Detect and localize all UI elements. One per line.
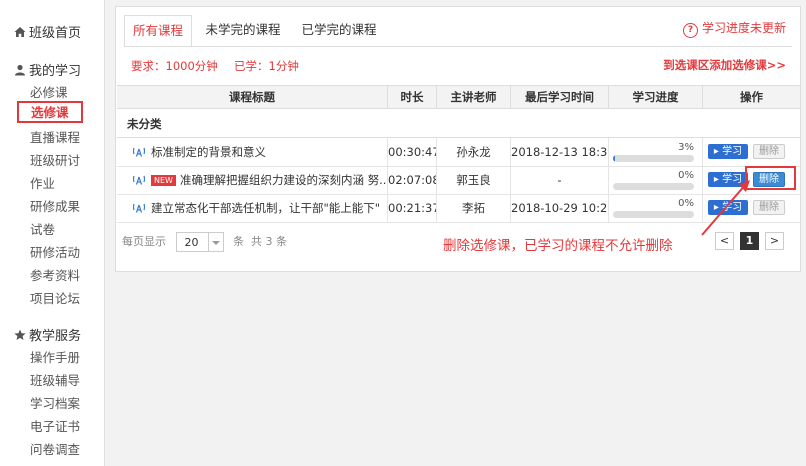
actions-cell: ▸ 学习 删除 — [702, 138, 800, 166]
unit-label: 条 — [233, 235, 244, 248]
course-title-cell[interactable]: NEW 准确理解把握组织力建设的深刻内涵 努... — [117, 166, 387, 194]
sidebar-item-live[interactable]: 直播课程 — [30, 127, 80, 146]
table-row: 标准制定的背景和意义 00:30:47 孙永龙 2018-12-13 18:37… — [117, 138, 800, 167]
col-progress: 学习进度 — [608, 86, 702, 108]
duration-cell: 00:30:47 — [387, 138, 436, 166]
progress-cell: 3% — [608, 138, 702, 166]
progress-bar — [613, 183, 694, 190]
teacher-cell: 郭玉良 — [436, 166, 510, 194]
duration-cell: 00:21:37 — [387, 194, 436, 222]
sidebar-item-homework[interactable]: 作业 — [30, 173, 55, 192]
sidebar-item-activity[interactable]: 研修活动 — [30, 242, 80, 261]
last-time-cell: 2018-10-29 10:28 — [510, 194, 608, 222]
progress-cell: 0% — [608, 166, 702, 194]
progress-percent: 3% — [678, 142, 694, 153]
progress-fill — [613, 155, 616, 162]
chevron-down-icon — [207, 233, 223, 251]
sidebar-item-certificate[interactable]: 电子证书 — [30, 416, 80, 435]
sidebar-item-exam[interactable]: 试卷 — [30, 219, 55, 238]
total-label: 共 3 条 — [251, 235, 287, 248]
tab-all-courses[interactable]: 所有课程 — [124, 15, 192, 47]
sidebar-section-services: 教学服务 — [14, 325, 81, 344]
course-title: 标准制定的背景和意义 — [151, 145, 266, 159]
study-label: 学习 — [722, 146, 743, 157]
next-page-button[interactable]: > — [765, 232, 784, 250]
group-row: 未分类 — [117, 109, 800, 138]
section-title: 我的学习 — [29, 64, 82, 79]
study-button[interactable]: ▸ 学习 — [708, 144, 748, 159]
per-page-select[interactable]: 20 — [175, 232, 224, 252]
tab-unfinished[interactable]: 未学完的课程 — [198, 15, 288, 47]
studied-text: 已学：1分钟 — [234, 59, 299, 73]
teacher-cell: 孙永龙 — [436, 138, 510, 166]
tab-divider — [124, 46, 792, 47]
sidebar-item-results[interactable]: 研修成果 — [30, 196, 80, 215]
duration-cell: 02:07:08 — [387, 166, 436, 194]
sidebar-home-label: 班级首页 — [29, 26, 82, 41]
last-time-cell: 2018-12-13 18:37 — [510, 138, 608, 166]
delete-button-disabled: 删除 — [753, 144, 785, 159]
home-icon — [14, 27, 26, 37]
requirement-text: 要求：1000分钟 — [131, 59, 218, 73]
sidebar-item-tutoring[interactable]: 班级辅导 — [30, 370, 80, 389]
table-header: 课程标题 时长 主讲老师 最后学习时间 学习进度 操作 — [117, 85, 800, 109]
progress-bar — [613, 155, 694, 162]
table-row: NEW 准确理解把握组织力建设的深刻内涵 努... 02:07:08 郭玉良 - … — [117, 166, 800, 195]
live-course-icon — [133, 203, 145, 213]
progress-cell: 0% — [608, 194, 702, 222]
col-duration: 时长 — [387, 86, 436, 108]
col-title: 课程标题 — [229, 90, 275, 104]
sidebar: 班级首页 我的学习 必修课 选修课 直播课程 班级研讨 作业 研修成果 试卷 研… — [0, 0, 105, 466]
course-title-cell[interactable]: 标准制定的背景和意义 — [117, 138, 387, 166]
progress-percent: 0% — [678, 198, 694, 209]
user-icon — [15, 64, 25, 76]
add-elective-link[interactable]: 到选课区添加选修课>> — [663, 57, 786, 73]
pager-size: 每页显示 20 条 共 3 条 — [122, 232, 287, 252]
course-panel: 所有课程 未学完的课程 已学完的课程 ? 学习进度未更新 要求：1000分钟 已学… — [115, 6, 801, 272]
col-actions: 操作 — [702, 86, 800, 108]
group-label: 未分类 — [127, 117, 162, 131]
sidebar-item-manual[interactable]: 操作手册 — [30, 347, 80, 366]
sidebar-item-required[interactable]: 必修课 — [30, 82, 68, 101]
new-badge: NEW — [151, 175, 176, 186]
progress-percent: 0% — [678, 170, 694, 181]
live-course-icon — [133, 175, 145, 185]
annotation-text: 删除选修课，已学习的课程不允许删除 — [443, 238, 673, 254]
sidebar-item-forum[interactable]: 项目论坛 — [30, 288, 80, 307]
sidebar-home[interactable]: 班级首页 — [14, 22, 81, 41]
course-title: 建立常态化干部选任机制，让干部"能上能下" — [151, 201, 381, 215]
col-last-time: 最后学习时间 — [510, 86, 608, 108]
sidebar-item-reference[interactable]: 参考资料 — [30, 265, 80, 284]
course-title: 准确理解把握组织力建设的深刻内涵 努... — [179, 173, 387, 187]
annotation-arrow — [701, 180, 750, 236]
tab-finished[interactable]: 已学完的课程 — [294, 15, 384, 47]
progress-bar — [613, 211, 694, 218]
star-icon — [14, 329, 26, 340]
sidebar-section-my-study: 我的学习 — [14, 60, 81, 79]
col-teacher: 主讲老师 — [436, 86, 510, 108]
last-time-cell: - — [510, 166, 608, 194]
per-page-label: 每页显示 — [122, 235, 166, 248]
live-course-icon — [133, 147, 145, 157]
question-icon: ? — [682, 23, 698, 38]
course-title-cell[interactable]: 建立常态化干部选任机制，让干部"能上能下" — [117, 194, 387, 222]
notice-text: 学习进度未更新 — [701, 21, 786, 35]
per-page-value: 20 — [184, 236, 199, 249]
teacher-cell: 李拓 — [436, 194, 510, 222]
sidebar-item-survey[interactable]: 问卷调查 — [30, 439, 80, 458]
sidebar-item-discussion[interactable]: 班级研讨 — [30, 150, 80, 169]
section-title: 教学服务 — [29, 329, 82, 344]
sidebar-item-archive[interactable]: 学习档案 — [30, 393, 80, 412]
table-row: 建立常态化干部选任机制，让干部"能上能下" 00:21:37 李拓 2018-1… — [117, 194, 800, 223]
sidebar-item-elective[interactable]: 选修课 — [17, 101, 83, 123]
progress-notice[interactable]: ? 学习进度未更新 — [682, 19, 786, 38]
